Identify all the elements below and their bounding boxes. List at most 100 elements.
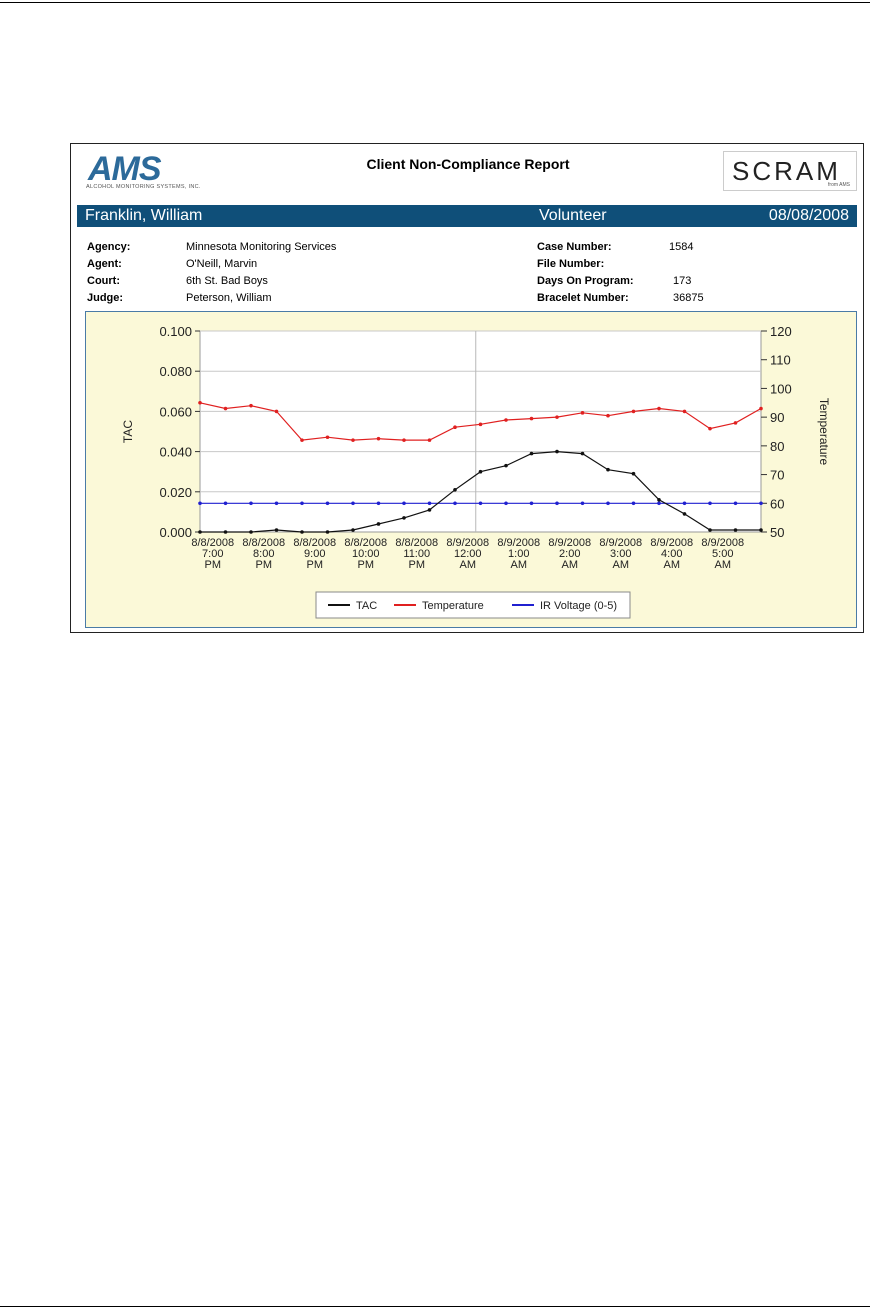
- data-point: [274, 501, 279, 506]
- data-point: [325, 530, 330, 534]
- x-tick-label-line: PM: [205, 559, 222, 571]
- data-point: [402, 501, 406, 506]
- data-point: [631, 501, 636, 506]
- y2-axis-title: Temperature: [817, 398, 831, 466]
- y2-tick-label: 50: [770, 525, 784, 540]
- judge-label: Judge:: [87, 292, 124, 304]
- case-number-value: 1584: [669, 241, 694, 253]
- x-tick-label: 8/8/2008 7:00 PM: [191, 537, 234, 571]
- x-tick-label-line: AM: [511, 559, 528, 571]
- data-point: [733, 501, 738, 506]
- data-point: [249, 530, 253, 534]
- agent-label: Agent:: [87, 258, 122, 270]
- court-label: Court:: [87, 275, 120, 287]
- ams-logo-tagline: ALCOHOL MONITORING SYSTEMS, INC.: [86, 184, 201, 190]
- data-point: [580, 411, 585, 415]
- data-point: [555, 501, 559, 506]
- data-point: [274, 409, 279, 414]
- data-point: [504, 501, 508, 506]
- bracelet-number-value: 36875: [673, 292, 704, 304]
- data-point: [351, 501, 355, 506]
- court-value: 6th St. Bad Boys: [186, 275, 268, 287]
- days-on-program-value: 173: [673, 275, 692, 287]
- data-point: [478, 422, 483, 427]
- data-point: [300, 438, 304, 442]
- data-point: [631, 471, 636, 476]
- data-point: [453, 425, 457, 429]
- x-tick-label-line: AM: [715, 559, 732, 571]
- data-point: [708, 528, 712, 532]
- page-bottom-rule: [0, 1306, 870, 1307]
- case-number-label: Case Number:: [537, 241, 612, 253]
- agency-label: Agency:: [87, 241, 131, 253]
- y2-tick-label: 70: [770, 468, 784, 483]
- data-point: [453, 487, 457, 492]
- data-point: [198, 530, 202, 534]
- y-tick-label: 0.000: [159, 525, 192, 540]
- data-point: [223, 501, 228, 506]
- data-point: [606, 467, 610, 472]
- data-point: [249, 501, 253, 506]
- data-point: [759, 501, 763, 506]
- legend-label: Temperature: [422, 600, 484, 612]
- y2-tick-label: 80: [770, 439, 784, 454]
- data-point: [351, 528, 355, 532]
- data-point: [453, 501, 457, 506]
- data-point: [325, 501, 330, 506]
- y2-tick-label: 110: [770, 353, 791, 368]
- data-point: [529, 451, 534, 456]
- data-point: [682, 501, 687, 506]
- data-point: [555, 449, 559, 454]
- x-tick-label: 8/9/2008 2:00 AM: [548, 537, 591, 571]
- data-point: [402, 438, 406, 442]
- data-point: [504, 463, 508, 468]
- y-tick-label: 0.100: [159, 324, 192, 339]
- x-tick-label: 8/8/2008 8:00 PM: [242, 537, 285, 571]
- data-point: [427, 438, 432, 442]
- y2-tick-label: 120: [770, 324, 792, 339]
- y2-tick-label: 90: [770, 410, 784, 425]
- x-tick-label: 8/9/2008 3:00 AM: [599, 537, 642, 571]
- file-number-label: File Number:: [537, 258, 605, 270]
- data-point: [555, 415, 559, 419]
- x-tick-label: 8/8/2008 9:00 PM: [293, 537, 336, 571]
- x-tick-label: 8/9/2008 1:00 AM: [497, 537, 540, 571]
- legend-label: TAC: [356, 600, 377, 612]
- data-point: [504, 418, 508, 422]
- x-tick-label-line: PM: [307, 559, 324, 571]
- x-tick-label: 8/9/2008 4:00 AM: [650, 537, 693, 571]
- data-point: [606, 413, 610, 418]
- legend-label: IR Voltage (0-5): [540, 600, 617, 612]
- data-point: [529, 416, 534, 421]
- y-tick-label: 0.020: [159, 485, 192, 500]
- agent-value: O'Neill, Marvin: [186, 258, 258, 270]
- data-point: [223, 406, 228, 411]
- data-point: [198, 501, 202, 506]
- data-point: [682, 409, 687, 414]
- data-point: [249, 403, 253, 408]
- data-point: [733, 421, 738, 425]
- data-point: [478, 501, 483, 506]
- scram-logo: SCRAM from AMS: [723, 151, 857, 191]
- client-status: Volunteer: [539, 207, 607, 224]
- data-point: [580, 451, 585, 456]
- bracelet-number-label: Bracelet Number:: [537, 292, 629, 304]
- x-tick-label-line: PM: [409, 559, 426, 571]
- chart-svg: 0.000 0.020 0.040 0.060 0.080 0.100 50 60 70 80 90…: [121, 324, 831, 619]
- data-point: [223, 530, 228, 534]
- x-tick-label-line: AM: [664, 559, 681, 571]
- data-point: [376, 522, 381, 526]
- x-tick-label-line: AM: [613, 559, 630, 571]
- data-point: [427, 501, 432, 506]
- data-point: [708, 426, 712, 431]
- report-date: 08/08/2008: [768, 207, 849, 224]
- data-point: [657, 498, 661, 502]
- x-tick-label: 8/8/2008 10:00 PM: [344, 537, 387, 571]
- y-tick-label: 0.080: [159, 364, 192, 379]
- data-point: [376, 501, 381, 506]
- data-point: [274, 528, 279, 532]
- days-on-program-label: Days On Program:: [537, 275, 634, 287]
- data-point: [759, 406, 763, 411]
- data-point: [325, 435, 330, 440]
- data-point: [351, 438, 355, 442]
